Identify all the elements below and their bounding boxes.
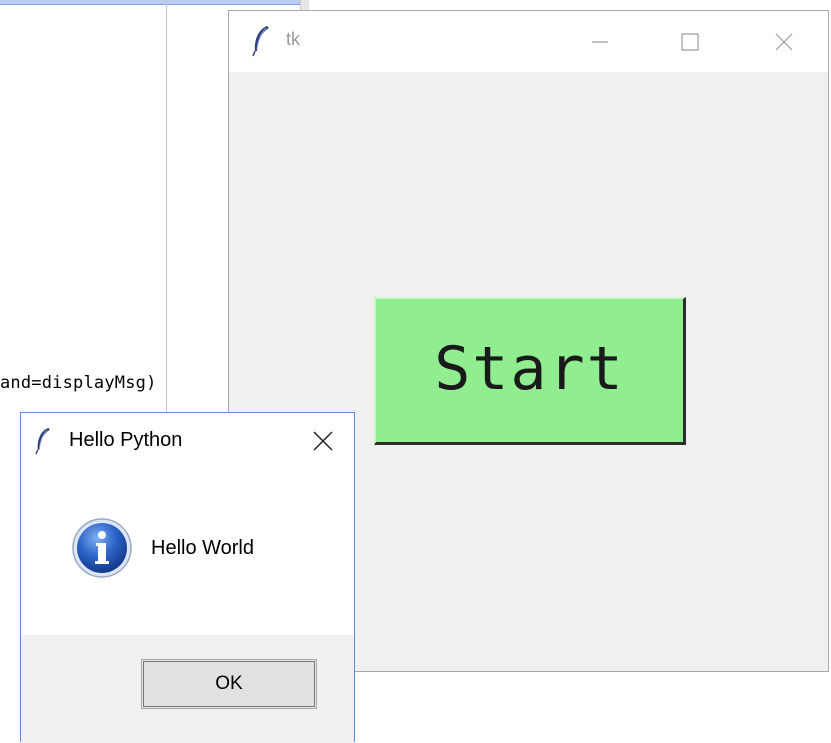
window-title: tk <box>286 29 301 49</box>
start-button[interactable]: Start <box>374 297 686 445</box>
info-icon <box>72 518 132 578</box>
code-line: and=displayMsg) <box>0 373 157 393</box>
close-icon <box>775 33 793 50</box>
tk-feather-icon <box>252 26 269 57</box>
ok-button[interactable]: OK <box>141 659 317 709</box>
tk-feather-icon <box>35 427 50 455</box>
minimize-icon <box>592 40 608 43</box>
message-box-dialog: Hello Python Hello World OK <box>20 412 355 743</box>
minimize-button[interactable] <box>577 11 623 72</box>
close-button[interactable] <box>761 11 807 72</box>
dialog-message: Hello World <box>151 537 254 559</box>
dialog-close-button[interactable] <box>301 421 345 461</box>
dialog-footer: OK <box>21 635 354 743</box>
maximize-button[interactable] <box>667 11 713 72</box>
tk-titlebar[interactable]: tk <box>229 11 828 72</box>
dialog-title: Hello Python <box>69 429 183 451</box>
close-icon <box>313 431 333 451</box>
maximize-icon <box>681 32 699 51</box>
editor-selection-bar <box>0 0 300 5</box>
dialog-titlebar[interactable]: Hello Python <box>21 413 354 468</box>
